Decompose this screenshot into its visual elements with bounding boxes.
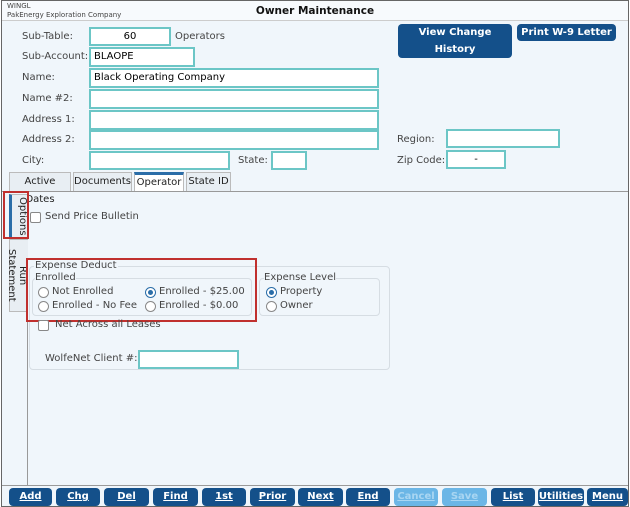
menu-button[interactable]: Menu <box>587 488 628 506</box>
owner-radio[interactable] <box>266 301 277 312</box>
highlight-box <box>26 258 257 322</box>
print-w9-letter-button[interactable]: Print W-9 Letter <box>517 24 616 41</box>
send-price-bulletin-label: Send Price Bulletin <box>45 211 139 222</box>
tab-documents[interactable]: Documents <box>73 172 132 192</box>
tab-state-id[interactable]: State ID <box>186 172 231 192</box>
region-label: Region: <box>397 134 435 145</box>
city-label: City: <box>22 155 45 166</box>
address1-input[interactable] <box>89 110 379 130</box>
region-input[interactable] <box>446 129 560 148</box>
header: WINGL PakEnergy Exploration Company Owne… <box>2 1 628 21</box>
first-button[interactable]: 1st <box>202 488 246 506</box>
page-title: Owner Maintenance <box>255 5 375 17</box>
list-button[interactable]: List <box>491 488 535 506</box>
owner-maintenance-window: WINGL PakEnergy Exploration Company Owne… <box>1 0 629 507</box>
state-label: State: <box>238 155 268 166</box>
divider <box>2 191 628 192</box>
sub-table-input[interactable]: 60 <box>89 27 171 46</box>
net-across-label: Net Across all Leases <box>55 319 161 330</box>
wolfenet-label: WolfeNet Client #: <box>45 353 138 364</box>
zip-label: Zip Code: <box>397 155 446 166</box>
find-button[interactable]: Find <box>153 488 198 506</box>
sub-account-label: Sub-Account: <box>22 51 89 62</box>
prior-button[interactable]: Prior <box>250 488 295 506</box>
divider <box>2 485 628 486</box>
net-across-checkbox[interactable] <box>38 320 49 331</box>
city-input[interactable] <box>89 151 230 170</box>
name-label: Name: <box>22 72 55 83</box>
utilities-button[interactable]: Utilities <box>538 488 584 506</box>
tab-operator[interactable]: Operator <box>134 172 184 192</box>
sub-table-desc: Operators <box>175 31 225 42</box>
address2-label: Address 2: <box>22 134 75 145</box>
property-radio[interactable] <box>266 287 277 298</box>
chg-button[interactable]: Chg <box>56 488 100 506</box>
expense-level-group <box>259 278 380 316</box>
send-price-bulletin-checkbox[interactable] <box>30 212 41 223</box>
sub-account-input[interactable]: BLAOPE <box>89 47 195 67</box>
cancel-button[interactable]: Cancel <box>394 488 438 506</box>
state-input[interactable] <box>271 151 307 170</box>
zip-input[interactable]: - <box>446 150 506 169</box>
tab-active-dates[interactable]: Active Dates <box>9 172 71 205</box>
add-button[interactable]: Add <box>9 488 52 506</box>
address1-label: Address 1: <box>22 114 75 125</box>
wolfenet-input[interactable] <box>138 350 239 369</box>
owner-label: Owner <box>280 300 313 311</box>
name2-label: Name #2: <box>22 93 73 104</box>
end-button[interactable]: End <box>346 488 390 506</box>
expense-level-title: Expense Level <box>264 272 337 283</box>
property-label: Property <box>280 286 323 297</box>
save-button[interactable]: Save <box>442 488 487 506</box>
name-input[interactable]: Black Operating Company <box>89 68 379 88</box>
del-button[interactable]: Del <box>104 488 149 506</box>
next-button[interactable]: Next <box>298 488 343 506</box>
address2-input[interactable] <box>89 130 379 150</box>
name2-input[interactable] <box>89 89 379 109</box>
highlight-box <box>3 191 29 239</box>
view-change-history-button[interactable]: View Change History <box>398 24 512 58</box>
sub-table-label: Sub-Table: <box>22 31 73 42</box>
